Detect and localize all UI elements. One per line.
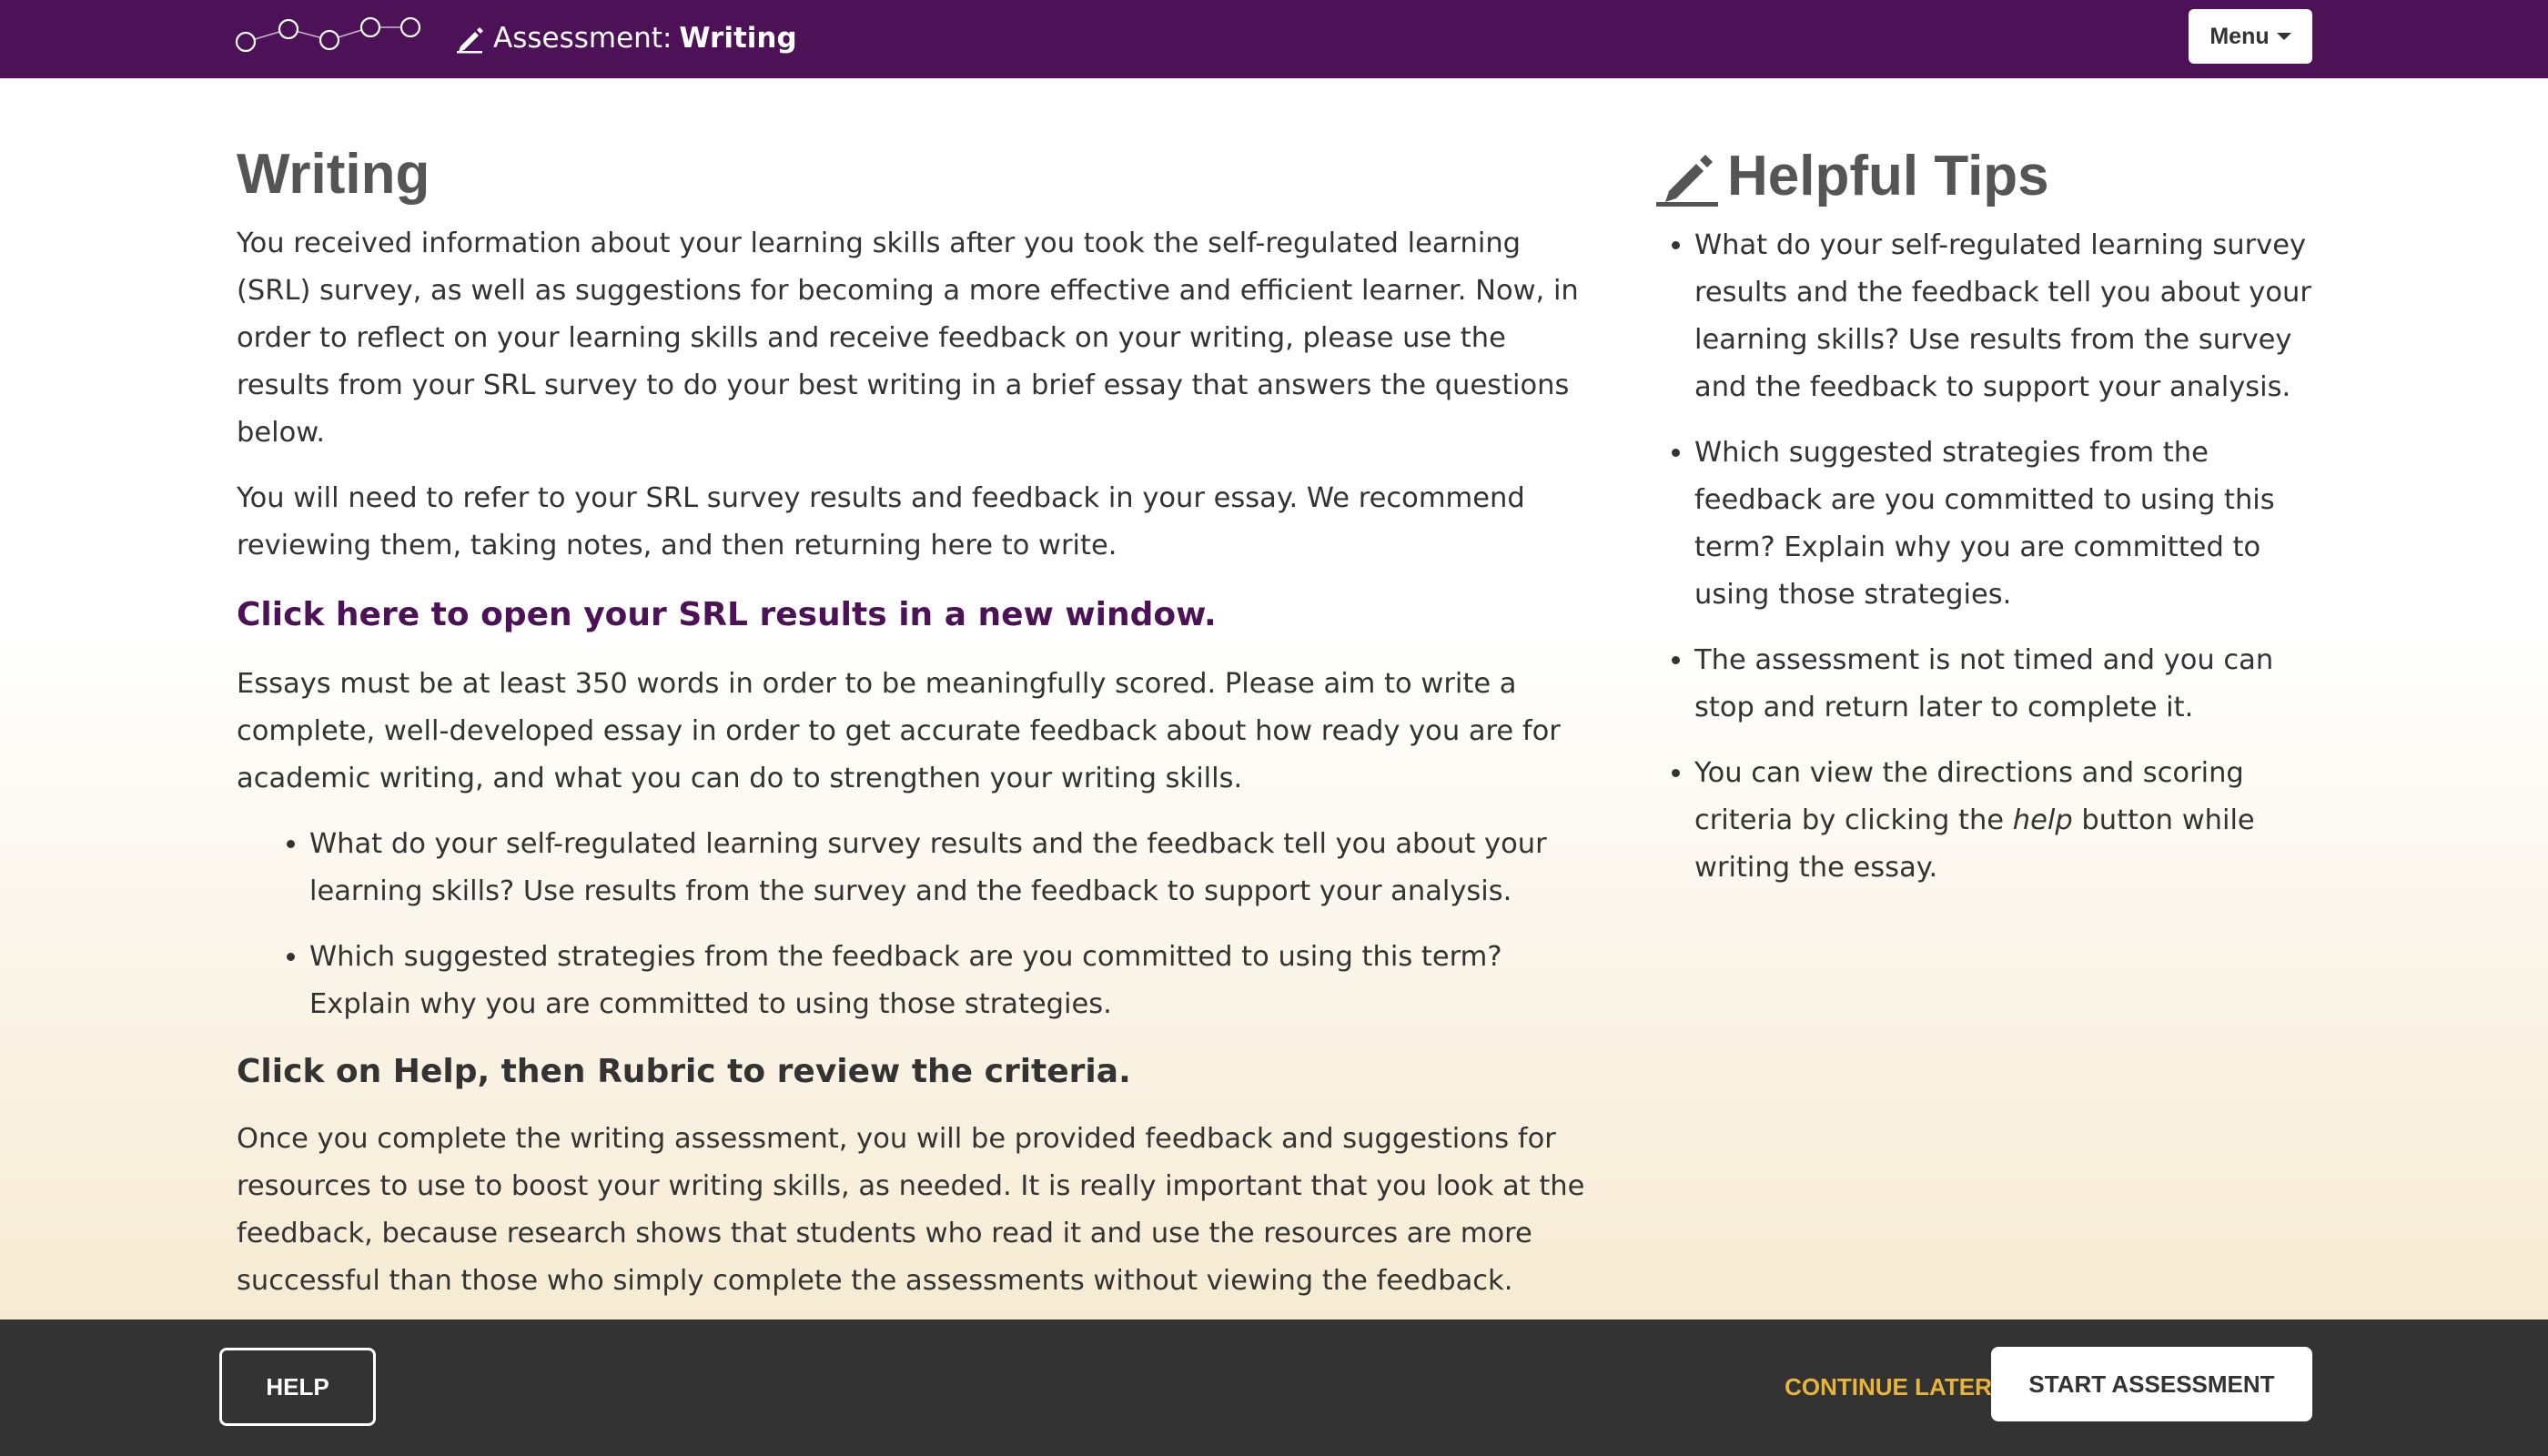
start-assessment-button[interactable]: START ASSESSMENT bbox=[1991, 1347, 2312, 1421]
list-item: You can view the directions and scoring … bbox=[1694, 750, 2313, 892]
intro-paragraph: You received information about your lear… bbox=[237, 228, 1579, 450]
network-logo-icon[interactable] bbox=[235, 15, 422, 58]
instructions-paragraph: You will need to refer to your SRL surve… bbox=[237, 482, 1525, 562]
menu-button-label: Menu bbox=[2209, 23, 2270, 49]
word-requirement-paragraph: Essays must be at least 350 words in ord… bbox=[237, 668, 1561, 795]
assessment-title-prefix: Assessment: bbox=[493, 22, 672, 55]
helpful-tips-sidebar: Helpful Tips What do your self-regulated… bbox=[1656, 145, 2313, 910]
menu-button[interactable]: Menu bbox=[2189, 9, 2312, 64]
sidebar-heading: Helpful Tips bbox=[1656, 145, 2313, 207]
list-item: Which suggested strategies from the feed… bbox=[309, 934, 1602, 1028]
list-item: Which suggested strategies from the feed… bbox=[1694, 430, 2313, 619]
list-item: The assessment is not timed and you can … bbox=[1694, 637, 2313, 732]
help-button[interactable]: HELP bbox=[219, 1348, 376, 1426]
sidebar-heading-text: Helpful Tips bbox=[1727, 145, 2049, 207]
list-item: What do your self-regulated learning sur… bbox=[1694, 222, 2313, 411]
tip-emphasis: help bbox=[2012, 804, 2073, 837]
caret-down-icon bbox=[2276, 33, 2291, 40]
continue-later-button[interactable]: CONTINUE LATER bbox=[1747, 1360, 2029, 1414]
page-title: Writing bbox=[237, 143, 430, 206]
pencil-icon bbox=[457, 27, 483, 54]
main-content: Writing You received information about y… bbox=[237, 143, 1602, 1323]
pencil-icon bbox=[1656, 155, 1718, 207]
tips-list: What do your self-regulated learning sur… bbox=[1656, 222, 2313, 892]
feedback-paragraph: Once you complete the writing assessment… bbox=[237, 1123, 1585, 1298]
assessment-title: Assessment: Writing bbox=[455, 16, 797, 60]
essay-questions-list: What do your self-regulated learning sur… bbox=[237, 821, 1602, 1028]
assessment-title-name: Writing bbox=[679, 22, 797, 55]
rubric-subheading: Click on Help, then Rubric to review the… bbox=[237, 1053, 1131, 1091]
top-navbar: Assessment: Writing Menu bbox=[0, 0, 2548, 78]
list-item: What do your self-regulated learning sur… bbox=[309, 821, 1602, 915]
footer-bar: HELP CONTINUE LATER START ASSESSMENT bbox=[0, 1320, 2548, 1456]
open-srl-results-link[interactable]: Click here to open your SRL results in a… bbox=[237, 588, 1602, 642]
